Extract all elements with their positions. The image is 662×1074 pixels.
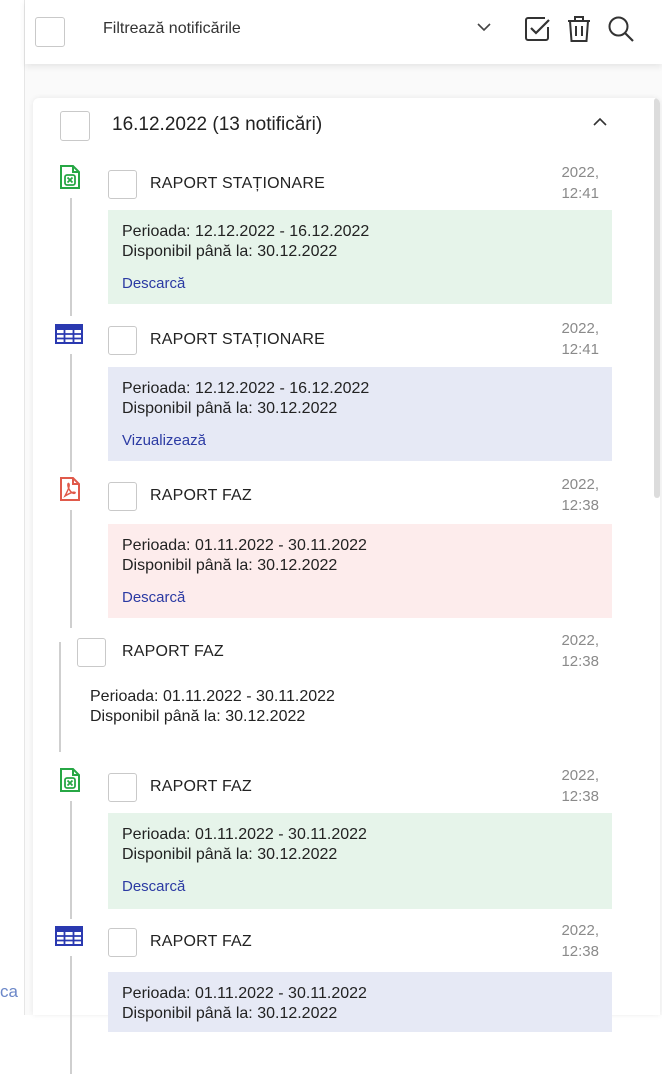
notification-time-year: 2022,	[561, 320, 599, 337]
notification-time: 2022, 12:38	[519, 630, 599, 672]
notification-time-clock: 12:38	[561, 788, 599, 805]
notification-period: Perioada: 01.11.2022 - 30.11.2022	[122, 537, 367, 554]
notification-checkbox[interactable]	[108, 170, 137, 199]
excel-icon	[59, 164, 81, 195]
timeline-line	[70, 198, 72, 316]
search-icon[interactable]	[606, 14, 636, 49]
notification-details: Perioada: 01.11.2022 - 30.11.2022 Disponi…	[108, 972, 612, 1032]
timeline-line	[70, 354, 72, 472]
notification-details: Perioada: 01.11.2022 - 30.11.2022 Disponi…	[76, 675, 580, 739]
notification-checkbox[interactable]	[108, 326, 137, 355]
timeline-line	[70, 801, 72, 919]
notification-time-clock: 12:38	[561, 497, 599, 514]
notification-time-clock: 12:38	[561, 943, 599, 960]
notification-time-clock: 12:41	[561, 185, 599, 202]
group-title: 16.12.2022 (13 notificări)	[112, 114, 323, 135]
notification-time: 2022, 12:41	[519, 318, 599, 360]
notification-availability: Disponibil până la: 30.12.2022	[122, 1005, 338, 1022]
notification-time: 2022, 12:38	[519, 920, 599, 962]
left-gutter: ca	[0, 0, 25, 1015]
notification-title: RAPORT STAȚIONARE	[150, 175, 325, 192]
chevron-up-icon[interactable]	[590, 112, 610, 137]
notification-availability: Disponibil până la: 30.12.2022	[122, 557, 338, 574]
timeline-line	[59, 642, 61, 752]
notification-time: 2022, 12:41	[519, 162, 599, 204]
download-link[interactable]: Descarcă	[122, 877, 598, 897]
download-link[interactable]: Descarcă	[122, 274, 598, 294]
notification-checkbox[interactable]	[108, 928, 137, 957]
notification-period: Perioada: 01.11.2022 - 30.11.2022	[122, 826, 367, 843]
notification-checkbox[interactable]	[108, 482, 137, 511]
notification-title: RAPORT FAZ	[122, 643, 224, 660]
notification-time-clock: 12:41	[561, 341, 599, 358]
notification-checkbox[interactable]	[108, 773, 137, 802]
group-select-checkbox[interactable]	[60, 111, 90, 141]
notification-time-year: 2022,	[561, 767, 599, 784]
notification-checkbox[interactable]	[77, 638, 106, 667]
table-icon	[55, 926, 83, 951]
pdf-icon	[59, 476, 81, 507]
notification-period: Perioada: 01.11.2022 - 30.11.2022	[90, 688, 335, 705]
notification-availability: Disponibil până la: 30.12.2022	[122, 846, 338, 863]
notification-time-year: 2022,	[561, 476, 599, 493]
notification-period: Perioada: 12.12.2022 - 16.12.2022	[122, 380, 370, 397]
notification-time-year: 2022,	[561, 164, 599, 181]
view-link[interactable]: Vizualizează	[122, 431, 598, 451]
gutter-text-fragment: ca	[0, 982, 18, 1001]
timeline-line	[70, 956, 72, 1074]
notification-time: 2022, 12:38	[519, 474, 599, 516]
download-link[interactable]: Descarcă	[122, 588, 598, 608]
notification-details: Perioada: 01.11.2022 - 30.11.2022 Disponi…	[108, 524, 612, 618]
notification-details: Perioada: 01.11.2022 - 30.11.2022 Disponi…	[108, 813, 612, 909]
notification-availability: Disponibil până la: 30.12.2022	[122, 400, 338, 417]
excel-icon	[59, 767, 81, 798]
notification-title: RAPORT FAZ	[150, 487, 252, 504]
mark-read-icon[interactable]	[522, 14, 552, 49]
select-all-checkbox[interactable]	[35, 17, 65, 47]
trash-icon[interactable]	[565, 14, 593, 49]
notification-period: Perioada: 01.11.2022 - 30.11.2022	[122, 985, 367, 1002]
notification-title: RAPORT STAȚIONARE	[150, 331, 325, 348]
scrollbar[interactable]	[654, 98, 660, 498]
notification-time-year: 2022,	[561, 922, 599, 939]
notification-availability: Disponibil până la: 30.12.2022	[90, 708, 306, 725]
timeline-line	[70, 510, 72, 628]
table-icon	[55, 324, 83, 349]
notification-details: Perioada: 12.12.2022 - 16.12.2022 Disponi…	[108, 210, 612, 304]
notification-details: Perioada: 12.12.2022 - 16.12.2022 Disponi…	[108, 367, 612, 461]
notification-title: RAPORT FAZ	[150, 778, 252, 795]
notifications-toolbar: Filtrează notificările	[25, 0, 662, 64]
notification-time-year: 2022,	[561, 632, 599, 649]
notification-period: Perioada: 12.12.2022 - 16.12.2022	[122, 223, 370, 240]
chevron-down-icon[interactable]	[475, 18, 493, 41]
notification-title: RAPORT FAZ	[150, 933, 252, 950]
notification-time-clock: 12:38	[561, 653, 599, 670]
notification-availability: Disponibil până la: 30.12.2022	[122, 243, 338, 260]
filter-dropdown-label[interactable]: Filtrează notificările	[103, 20, 241, 38]
notification-time: 2022, 12:38	[519, 765, 599, 807]
